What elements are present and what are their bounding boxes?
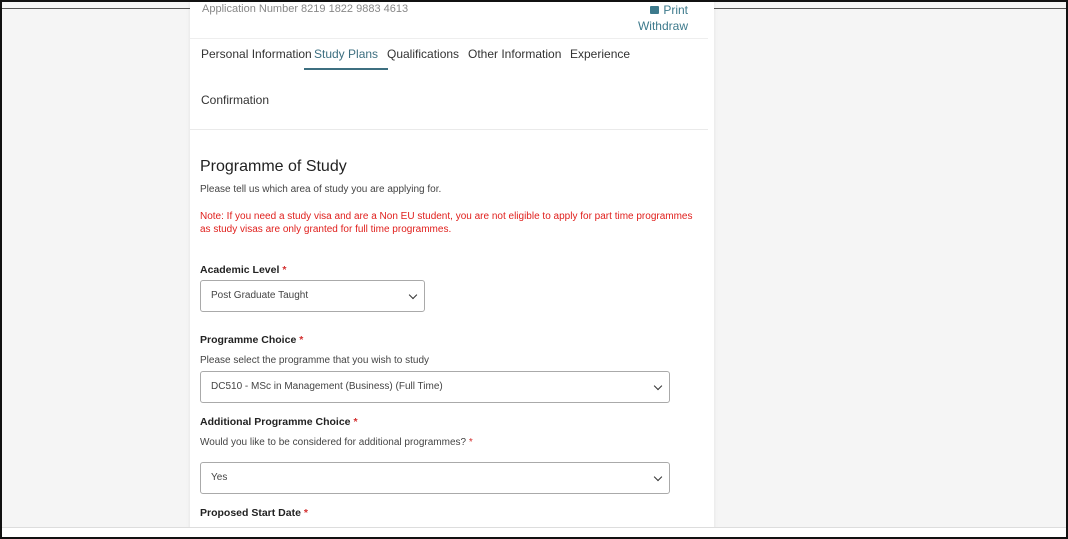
section-title: Programme of Study (200, 158, 347, 175)
tabs-divider (190, 129, 708, 130)
visa-note: Note: If you need a study visa and are a… (200, 211, 693, 235)
bottom-strip (0, 527, 1068, 539)
start-date-label: Proposed Start Date * (200, 507, 308, 519)
header-actions: Print Withdraw (638, 2, 688, 34)
printer-icon (650, 6, 660, 14)
academic-level-select[interactable]: Post Graduate Taught (200, 280, 425, 312)
tab-study-plans[interactable]: Study Plans (304, 40, 389, 70)
programme-choice-help: Please select the programme that you wis… (200, 355, 430, 366)
withdraw-link[interactable]: Withdraw (638, 18, 688, 34)
application-card: Application Number 8219 1822 9883 4613 P… (190, 0, 714, 539)
tab-other-information[interactable]: Other Information (458, 40, 571, 70)
programme-choice-label: Programme Choice * (200, 334, 304, 346)
tab-qualifications[interactable]: Qualifications (377, 40, 469, 70)
additional-programme-label: Additional Programme Choice * (200, 416, 358, 428)
chevron-down-icon (653, 472, 663, 482)
section-subtitle: Please tell us which area of study you a… (200, 184, 442, 195)
chevron-down-icon (408, 290, 418, 300)
tab-confirmation[interactable]: Confirmation (191, 86, 279, 116)
academic-level-label: Academic Level * (200, 264, 287, 276)
print-link[interactable]: Print (638, 2, 688, 18)
additional-programme-select[interactable]: Yes (200, 462, 670, 494)
programme-choice-select[interactable]: DC510 - MSc in Management (Business) (Fu… (200, 371, 670, 403)
tab-personal-information[interactable]: Personal Information (191, 40, 322, 70)
header-divider (190, 38, 708, 39)
tab-experience[interactable]: Experience (560, 40, 640, 70)
application-number: Application Number 8219 1822 9883 4613 (202, 3, 409, 15)
additional-programme-help: Would you like to be considered for addi… (200, 437, 473, 448)
print-label: Print (663, 3, 688, 17)
chevron-down-icon (653, 381, 663, 391)
